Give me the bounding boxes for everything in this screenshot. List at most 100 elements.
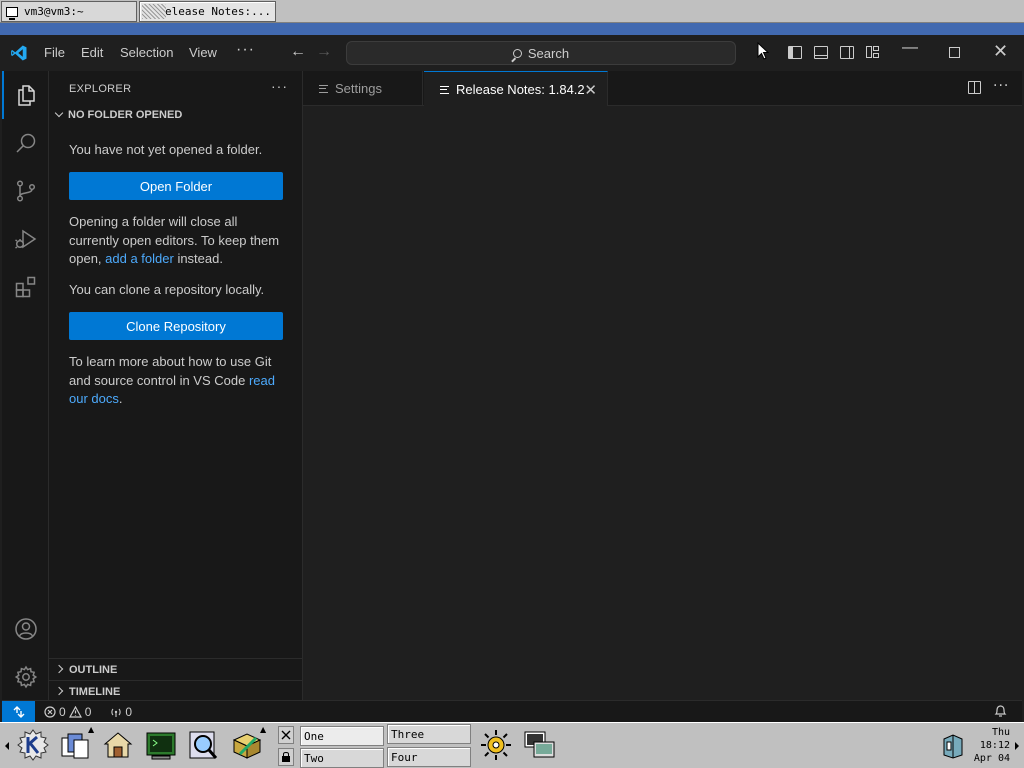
desktop-two-button[interactable]: Two (300, 748, 384, 768)
sidebar-title: EXPLORER (69, 83, 132, 95)
ports-indicator[interactable]: 0 (110, 705, 132, 719)
settings-file-icon (319, 84, 328, 93)
clock-time: 18:12 (979, 740, 1010, 751)
maximize-icon[interactable] (949, 47, 960, 58)
home-folder-icon[interactable] (101, 728, 135, 762)
k-menu-icon[interactable] (16, 728, 50, 762)
desktop-three-button[interactable]: Three (387, 724, 471, 744)
clone-repository-button[interactable]: Clone Repository (69, 312, 283, 340)
problems-indicator[interactable]: 0 0 (44, 705, 91, 719)
remote-icon (13, 706, 24, 718)
forward-arrow-icon[interactable]: → (316, 43, 332, 61)
toggle-primary-sidebar-icon[interactable] (788, 46, 802, 59)
toggle-secondary-sidebar-icon[interactable] (840, 46, 854, 59)
close-window-icon[interactable]: ✕ (993, 41, 1008, 62)
minimize-icon[interactable]: — (902, 39, 918, 57)
timeline-title: TIMELINE (69, 685, 121, 698)
panel-right-arrow-icon[interactable] (1014, 729, 1020, 763)
editor-tab-bar: Settings Release Notes: 1.84.2 ✕ ··· (303, 71, 1022, 107)
search-icon[interactable] (14, 131, 38, 155)
section-title: NO FOLDER OPENED (68, 109, 183, 121)
window-list-icon[interactable] (58, 728, 92, 762)
terminal-icon (6, 6, 18, 20)
warning-count: 0 (84, 705, 92, 719)
no-folder-message: You have not yet opened a folder. (69, 142, 263, 157)
menu-selection[interactable]: Selection (120, 45, 173, 60)
find-files-icon[interactable] (186, 728, 220, 762)
menu-edit[interactable]: Edit (81, 45, 103, 60)
chevron-right-icon (54, 664, 64, 674)
editor-more-actions[interactable]: ··· (993, 78, 1009, 94)
section-no-folder-opened[interactable]: NO FOLDER OPENED (53, 108, 183, 121)
toggle-panel-icon[interactable] (814, 46, 828, 59)
window-list-arrow-icon[interactable]: ▲ (88, 725, 94, 734)
tab-release-notes[interactable]: Release Notes: 1.84.2 ✕ (424, 71, 608, 107)
quicklaunch-arrow-icon[interactable]: ▲ (260, 725, 266, 734)
search-icon (512, 48, 522, 58)
task-terminal[interactable]: vm3@vm3:~ (1, 1, 137, 22)
account-icon[interactable] (14, 617, 38, 641)
chevron-down-icon (54, 108, 64, 118)
outline-title: OUTLINE (69, 663, 118, 676)
clock-day: Thu (991, 727, 1010, 738)
editor-content[interactable] (303, 106, 1022, 700)
run-debug-icon[interactable] (14, 227, 38, 251)
status-bar: 0 0 0 (2, 700, 1022, 723)
radio-tower-icon (111, 708, 121, 717)
ports-count: 0 (125, 705, 133, 719)
remote-indicator[interactable] (2, 701, 35, 723)
clone-message: You can clone a repository locally. (69, 282, 265, 297)
title-bar: File Edit Selection View ··· ← → Search … (2, 35, 1022, 71)
task-terminal-label: vm3@vm3:~ (24, 5, 84, 18)
timeline-section[interactable]: TIMELINE (49, 680, 303, 702)
error-count: 0 (59, 705, 66, 719)
open-folder-warning: Opening a folder will close all currentl… (69, 214, 280, 266)
add-folder-link[interactable]: add a folder (105, 251, 174, 266)
explorer-sidebar: EXPLORER ··· NO FOLDER OPENED You have n… (49, 71, 303, 700)
active-view-indicator (2, 71, 4, 119)
search-label: Search (527, 45, 570, 61)
chevron-right-icon (54, 686, 64, 696)
activity-bar (2, 71, 49, 700)
vscode-logo-icon (11, 45, 27, 61)
sidebar-more-actions[interactable]: ··· (271, 78, 288, 94)
menu-view[interactable]: View (189, 45, 217, 60)
open-folder-button[interactable]: Open Folder (69, 172, 283, 200)
window-frame-top[interactable] (0, 23, 1024, 35)
error-icon (44, 706, 56, 718)
customize-layout-icon[interactable] (866, 46, 880, 59)
git-docs-message: To learn more about how to use Git and s… (69, 354, 275, 406)
manage-gear-icon[interactable] (14, 665, 38, 689)
clock[interactable]: Thu 18:12 Apr 04 (966, 726, 1010, 765)
clock-date: Apr 04 (973, 753, 1010, 764)
clipboard-tray-icon[interactable] (942, 733, 964, 759)
active-window-hatch (142, 4, 166, 19)
menu-file[interactable]: File (44, 45, 65, 60)
split-editor-icon[interactable] (968, 81, 981, 94)
mouse-cursor-icon (757, 42, 769, 60)
task-release-notes[interactable]: Release Notes:... (139, 1, 276, 22)
tab-release-notes-label: Release Notes: 1.84.2 (456, 82, 585, 97)
source-control-icon[interactable] (14, 179, 38, 203)
settings-sun-icon[interactable] (479, 728, 513, 762)
panel-left-arrow-icon[interactable] (4, 729, 10, 763)
tab-settings[interactable]: Settings (303, 71, 423, 106)
outline-section[interactable]: OUTLINE (49, 658, 303, 680)
monitor-icon[interactable] (522, 728, 556, 762)
command-center-search[interactable]: Search (346, 41, 736, 65)
menu-more[interactable]: ··· (236, 41, 255, 59)
desktop-four-button[interactable]: Four (387, 747, 471, 767)
files-icon[interactable] (14, 83, 38, 107)
notifications-bell-icon[interactable] (994, 704, 1007, 718)
release-notes-file-icon (440, 85, 449, 94)
warning-icon (68, 706, 82, 718)
pager-lock-icon[interactable] (278, 748, 294, 766)
back-arrow-icon[interactable]: ← (290, 43, 306, 61)
desktop-one-button[interactable]: One (300, 726, 384, 746)
task-release-notes-label: Release Notes:... (158, 5, 271, 18)
close-tab-icon[interactable]: ✕ (584, 81, 597, 99)
terminal-app-icon[interactable] (144, 728, 178, 762)
extensions-icon[interactable] (14, 275, 38, 299)
pager-close-icon[interactable] (278, 726, 294, 744)
archive-tools-icon[interactable] (230, 728, 264, 762)
